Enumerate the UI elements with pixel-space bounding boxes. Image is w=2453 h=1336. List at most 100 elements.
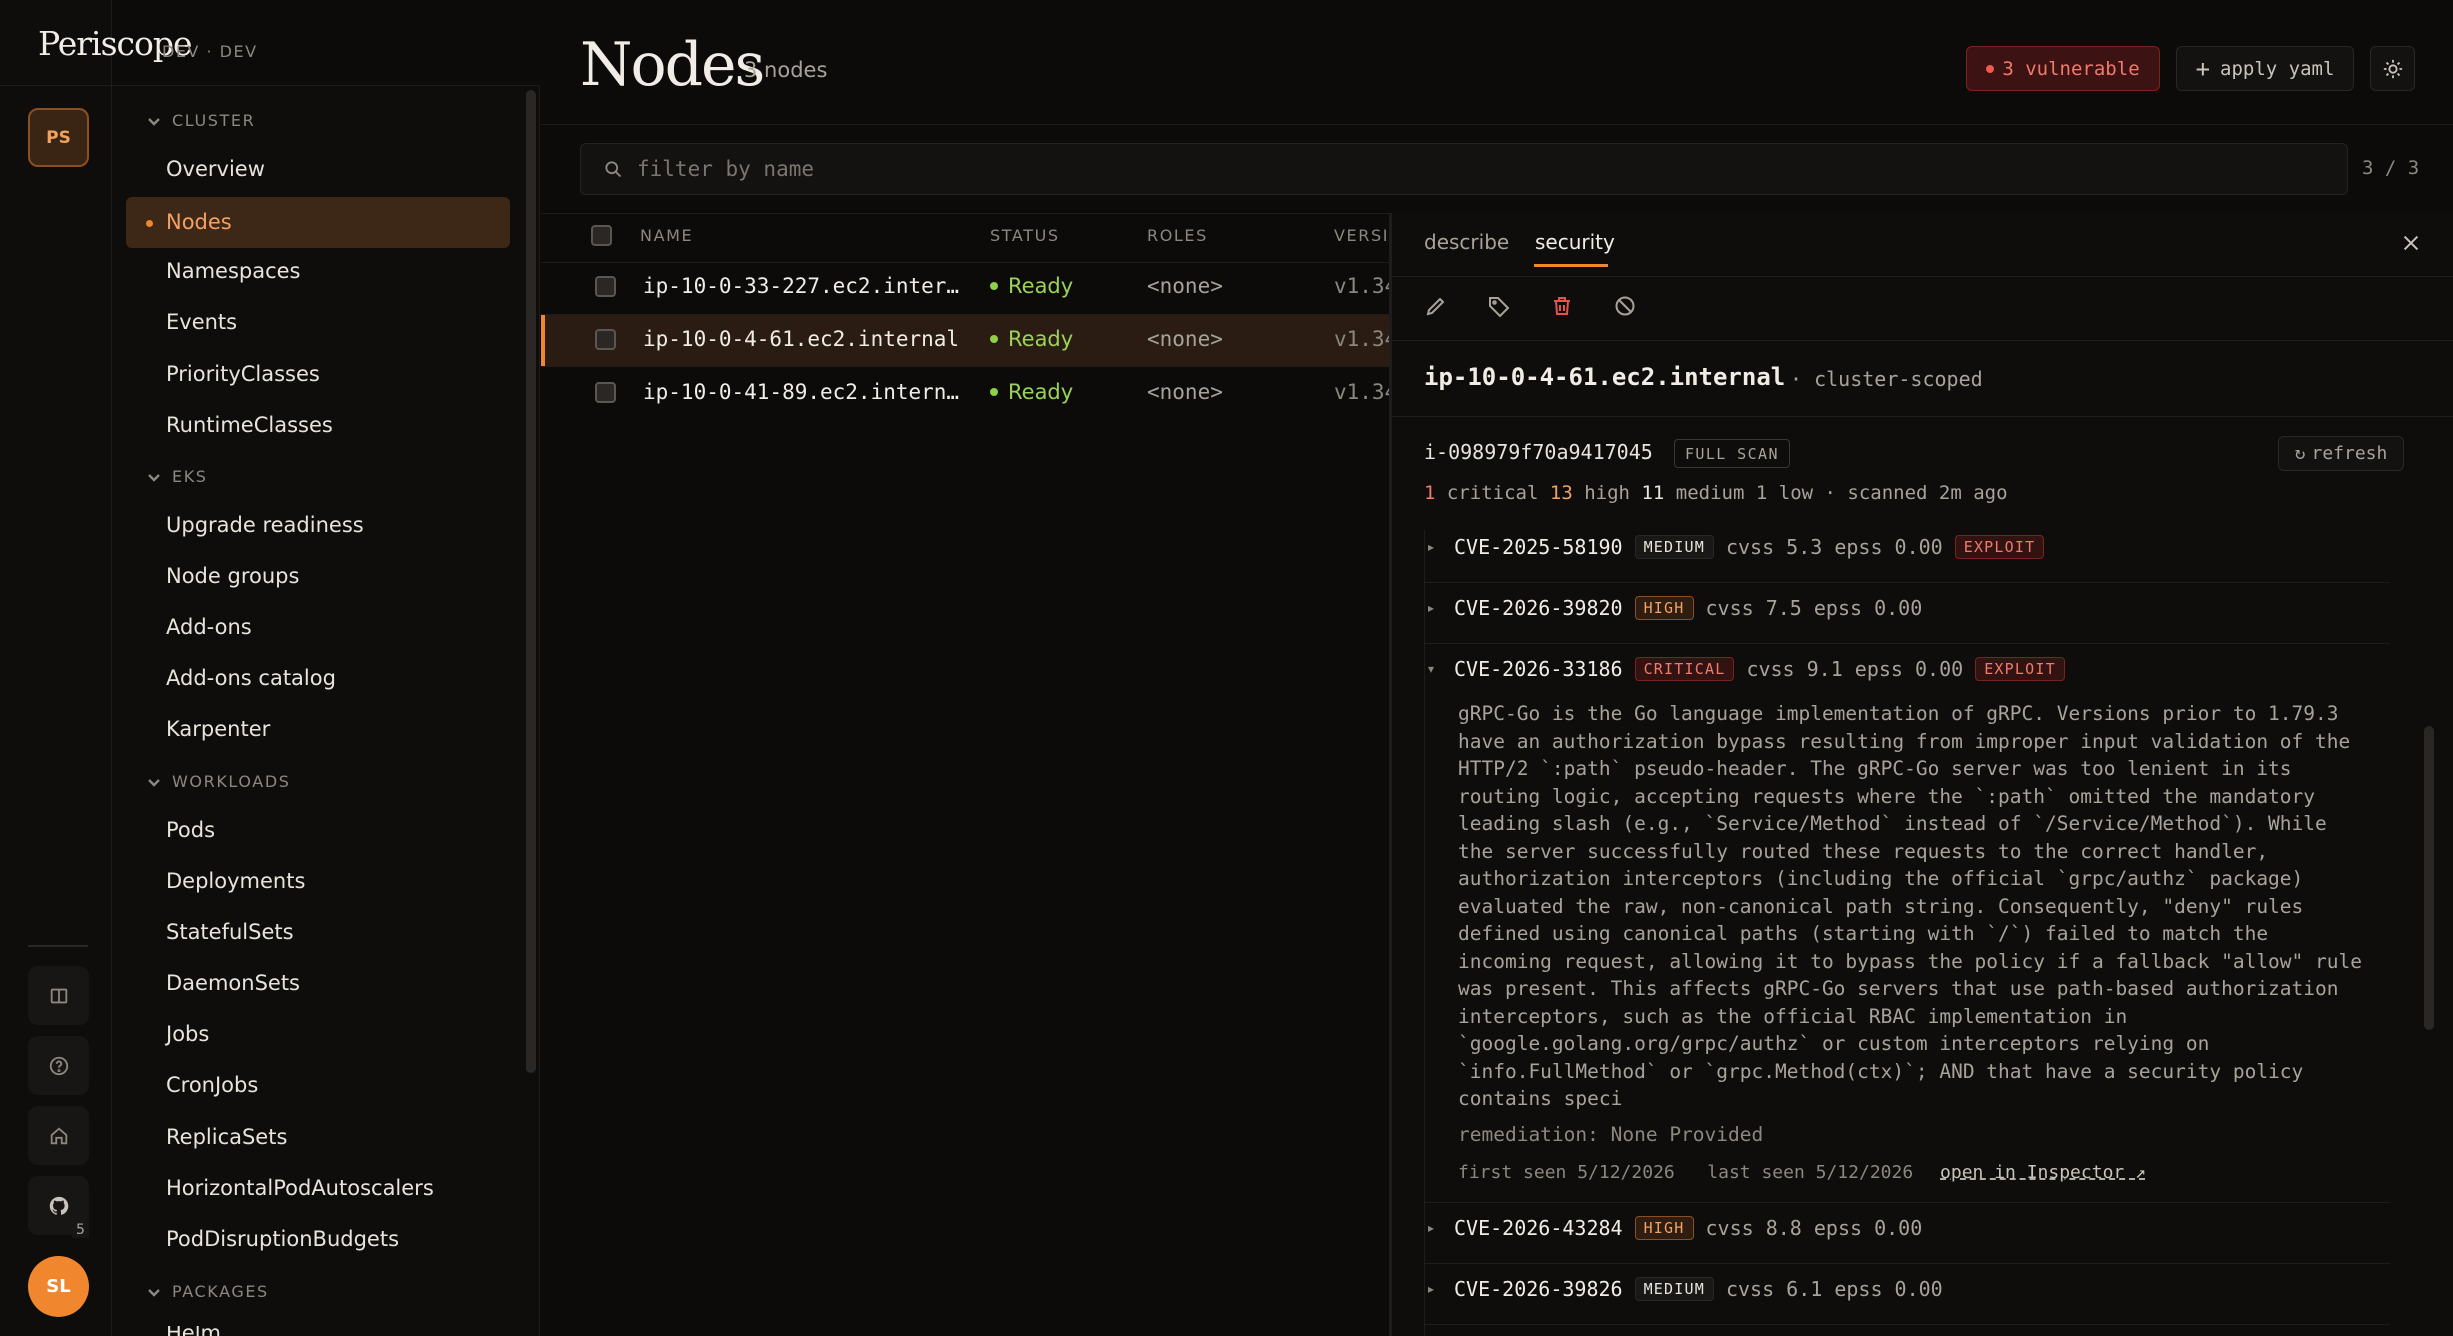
filter-input[interactable]: [637, 157, 2237, 181]
exploit-badge: EXPLOIT: [1975, 657, 2065, 681]
node-name[interactable]: ip-10-0-33-227.ec2.inter…: [643, 274, 959, 298]
cve-id: CVE-2025-58190: [1454, 535, 1623, 559]
active-dot: [146, 220, 153, 227]
node-count: 3 nodes: [744, 58, 828, 82]
help-icon[interactable]: [28, 1036, 89, 1095]
chevron-down-icon: [148, 473, 160, 482]
book-icon[interactable]: [28, 966, 89, 1025]
sidebar-item-cronjobs[interactable]: CronJobs: [166, 1073, 258, 1097]
sidebar-scrollbar[interactable]: [526, 90, 536, 1073]
low-count: 1 low: [1755, 482, 1814, 504]
scanned-time: · scanned 2m ago: [1824, 482, 2008, 504]
cordon-button[interactable]: [1613, 294, 1639, 320]
section-label: CLUSTER: [172, 111, 256, 130]
cve-id: CVE-2026-39820: [1454, 596, 1623, 620]
tab-security[interactable]: security: [1535, 230, 1615, 254]
brand-header: Periscope DEV · DEV: [0, 0, 540, 86]
sidebar-item-statefulsets[interactable]: StatefulSets: [166, 920, 294, 944]
sidebar-item-add-ons-catalog[interactable]: Add-ons catalog: [166, 666, 336, 690]
cve-description: gRPC-Go is the Go language implementatio…: [1458, 702, 2362, 1110]
row-divider: [541, 366, 1391, 367]
sidebar-item-helm[interactable]: Helm: [166, 1326, 221, 1336]
severity-summary: 1 critical 13 high 11 medium 1 low · sca…: [1424, 482, 2008, 504]
select-all-checkbox[interactable]: [591, 225, 612, 246]
sidebar-item-daemonsets[interactable]: DaemonSets: [166, 971, 300, 995]
severity-badge: CRITICAL: [1634, 657, 1735, 681]
section-eks[interactable]: EKS: [146, 467, 208, 486]
section-workloads[interactable]: WORKLOADS: [146, 772, 291, 791]
apply-yaml-button[interactable]: + apply yaml: [2176, 46, 2354, 91]
sidebar-item-events[interactable]: Events: [166, 310, 237, 334]
medium-count: 11: [1641, 482, 1665, 504]
page-title: Nodes: [580, 30, 765, 100]
sidebar-item-add-ons[interactable]: Add-ons: [166, 615, 252, 639]
cve-id: CVE-2026-39826: [1454, 1277, 1623, 1301]
row-checkbox[interactable]: [595, 329, 616, 350]
open-inspector-link[interactable]: open in Inspector ↗: [1940, 1162, 2146, 1183]
sidebar-item-replicasets[interactable]: ReplicaSets: [166, 1125, 287, 1149]
caret-right-icon: ▸: [1428, 1221, 1435, 1235]
cve-seen-dates: first seen 5/12/2026 last seen 5/12/2026…: [1458, 1162, 2146, 1183]
cve-row[interactable]: ▸ CVE-2026-39826 MEDIUM cvss 6.1 epss 0.…: [1424, 1277, 2390, 1301]
delete-button[interactable]: [1550, 294, 1576, 320]
sidebar-item-runtimeclasses[interactable]: RuntimeClasses: [166, 413, 333, 437]
toolbar-divider: [1392, 340, 2453, 341]
cve-row[interactable]: ▸ CVE-2026-39820 HIGH cvss 7.5 epss 0.00: [1424, 596, 2390, 620]
sidebar-item-hpa[interactable]: HorizontalPodAutoscalers: [166, 1176, 434, 1200]
severity-badge: MEDIUM: [1634, 1277, 1714, 1301]
sidebar-item-priorityclasses[interactable]: PriorityClasses: [166, 362, 320, 386]
cve-row[interactable]: ▸ CVE-2025-58190 MEDIUM cvss 5.3 epss 0.…: [1424, 535, 2390, 559]
panel-scrollbar[interactable]: [2424, 726, 2434, 1030]
vulnerable-filter-button[interactable]: 3 vulnerable: [1966, 46, 2160, 91]
user-avatar[interactable]: SL: [28, 1256, 89, 1317]
sidebar-item-jobs[interactable]: Jobs: [166, 1022, 209, 1046]
sun-icon: [2383, 59, 2402, 78]
edit-button[interactable]: [1424, 294, 1450, 320]
column-status[interactable]: STATUS: [990, 226, 1060, 245]
section-cluster[interactable]: CLUSTER: [146, 111, 255, 130]
version-cell: v1.34: [1334, 274, 1390, 298]
column-version[interactable]: VERSI: [1334, 226, 1390, 245]
sidebar-item-karpenter[interactable]: Karpenter: [166, 717, 270, 741]
pencil-icon: [1426, 297, 1445, 316]
cvss-score: cvss 8.8 epss 0.00: [1705, 1216, 1923, 1240]
node-name[interactable]: ip-10-0-41-89.ec2.intern…: [643, 380, 959, 404]
header-divider: [541, 124, 2453, 125]
status-dot-icon: [990, 282, 998, 290]
close-panel-button[interactable]: [2400, 232, 2424, 256]
refresh-icon: ↻: [2294, 443, 2306, 464]
severity-badge: HIGH: [1634, 1216, 1694, 1240]
critical-label: critical: [1446, 482, 1539, 504]
node-detail-title: ip-10-0-4-61.ec2.internal: [1424, 363, 1786, 391]
home-icon[interactable]: [28, 1106, 89, 1165]
sidebar-item-namespaces[interactable]: Namespaces: [166, 259, 301, 283]
column-name[interactable]: NAME: [640, 226, 693, 245]
version-cell: v1.34: [1334, 327, 1390, 351]
sidebar-item-nodes[interactable]: Nodes: [126, 197, 510, 248]
trash-icon: [1554, 297, 1570, 315]
status-cell: Ready: [990, 274, 1073, 298]
sidebar-item-upgrade-readiness[interactable]: Upgrade readiness: [166, 513, 364, 537]
caret-right-icon: ▸: [1428, 601, 1435, 615]
sidebar-item-node-groups[interactable]: Node groups: [166, 564, 299, 588]
theme-toggle-button[interactable]: [2370, 46, 2415, 91]
row-checkbox[interactable]: [595, 276, 616, 297]
critical-count: 1: [1424, 482, 1436, 504]
row-checkbox[interactable]: [595, 382, 616, 403]
sidebar-item-pods[interactable]: Pods: [166, 818, 215, 842]
section-packages[interactable]: PACKAGES: [146, 1282, 269, 1301]
sidebar-item-deployments[interactable]: Deployments: [166, 869, 305, 893]
workspace-avatar[interactable]: PS: [28, 108, 89, 167]
chevron-down-icon: [148, 117, 160, 126]
sidebar-item-overview[interactable]: Overview: [166, 157, 265, 181]
tab-describe[interactable]: describe: [1424, 230, 1509, 254]
node-name[interactable]: ip-10-0-4-61.ec2.internal: [643, 327, 959, 351]
sidebar-item-pdb[interactable]: PodDisruptionBudgets: [166, 1227, 399, 1251]
cve-row[interactable]: ▸ CVE-2026-43284 HIGH cvss 8.8 epss 0.00: [1424, 1216, 2390, 1240]
cve-row-expanded[interactable]: ▾ CVE-2026-33186 CRITICAL cvss 9.1 epss …: [1424, 657, 2390, 681]
cvss-score: cvss 6.1 epss 0.00: [1725, 1277, 1943, 1301]
column-roles[interactable]: ROLES: [1147, 226, 1208, 245]
filter-box: [580, 143, 2348, 195]
label-button[interactable]: [1487, 294, 1513, 320]
refresh-button[interactable]: ↻ refresh: [2278, 436, 2404, 471]
